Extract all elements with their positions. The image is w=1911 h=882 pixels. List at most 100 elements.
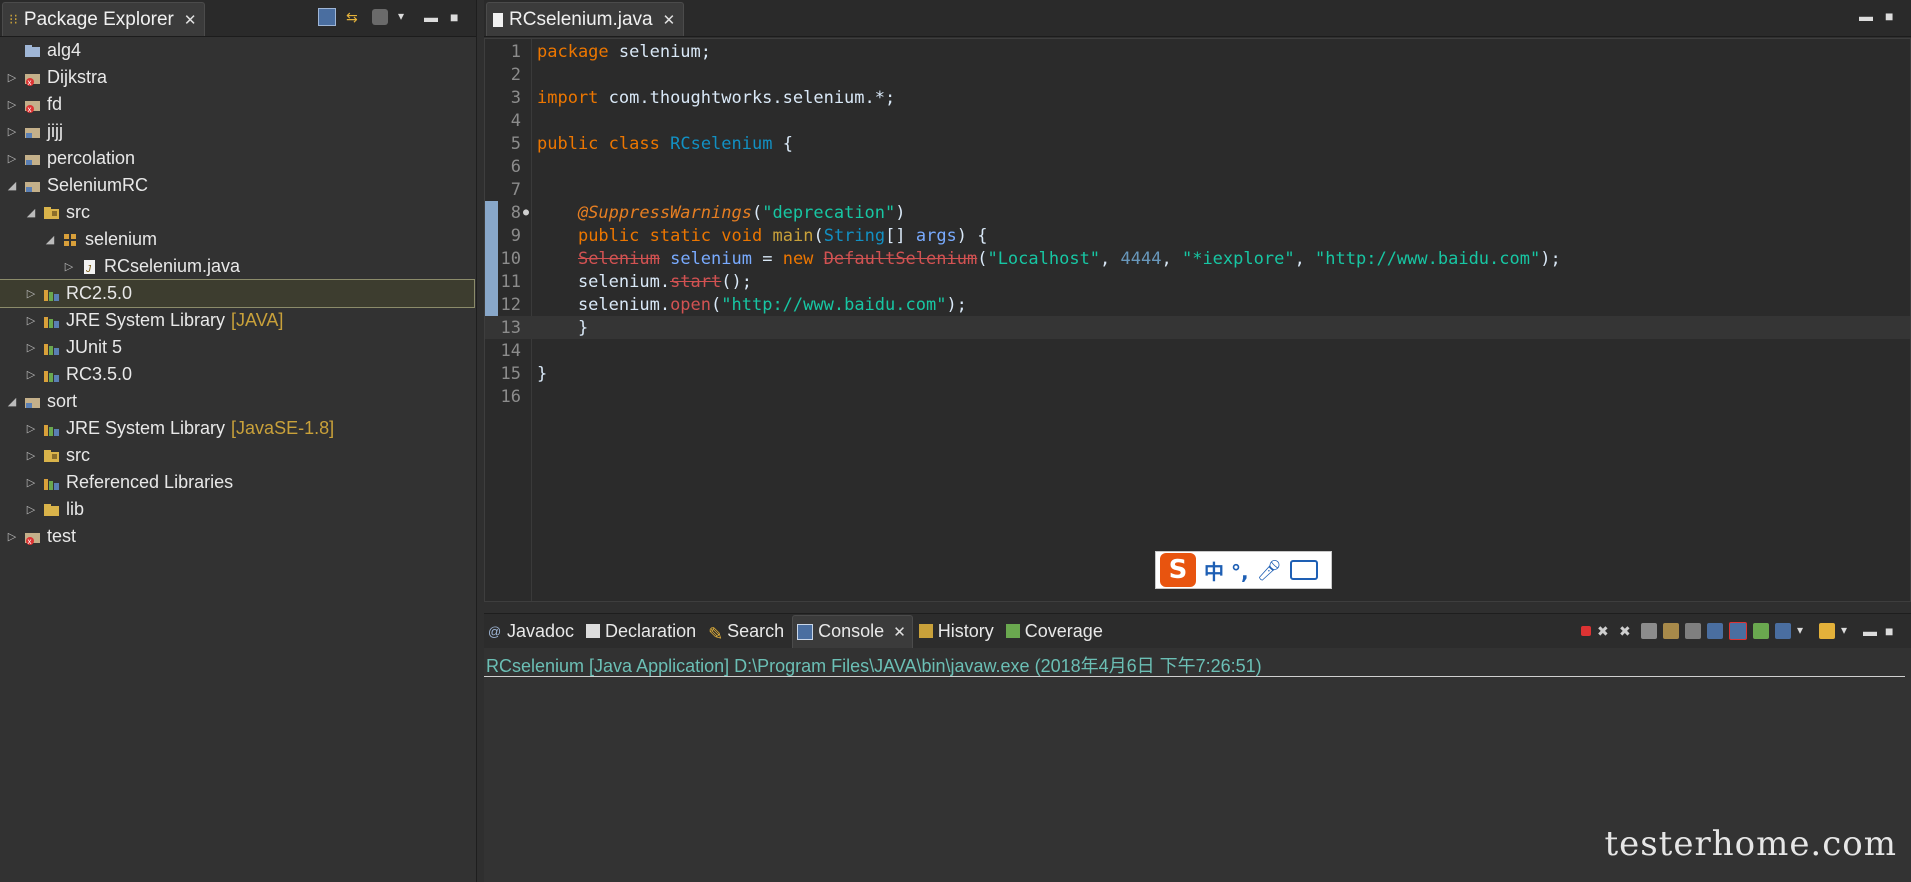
tab-history[interactable]: History — [915, 615, 1000, 647]
scroll-lock-icon[interactable] — [1663, 623, 1679, 639]
tree-item-jre-system-library[interactable]: ▷ JRE System Library [JAVA] — [0, 307, 476, 334]
tree-item-label: percolation — [47, 148, 136, 168]
link-with-editor-icon[interactable]: ⇆ — [346, 9, 362, 25]
minimize-icon[interactable]: ▬ — [1859, 8, 1875, 24]
expand-icon[interactable]: ▷ — [25, 368, 37, 381]
show-stdout-icon[interactable] — [1707, 623, 1723, 639]
tree-item-package-selenium[interactable]: ◢ selenium — [0, 226, 476, 253]
expand-icon[interactable]: ▷ — [6, 152, 18, 165]
expand-icon[interactable]: ▷ — [25, 287, 37, 300]
tab-javadoc[interactable]: @ Javadoc — [484, 615, 580, 647]
code-line-9: 9 public static void main(String[] args)… — [510, 225, 988, 246]
remove-launch-icon[interactable]: ✖ — [1597, 623, 1613, 639]
tree-item-test[interactable]: ▷ x test — [0, 523, 476, 550]
collapse-icon[interactable]: ◢ — [6, 395, 18, 408]
tree-item-jre-system-library-se18[interactable]: ▷ JRE System Library [JavaSE-1.8] — [0, 415, 476, 442]
code-line-13: 13 } — [485, 316, 1910, 339]
tree-item-rc250[interactable]: ▷ RC2.5.0 — [0, 279, 475, 308]
tree-item-rc350[interactable]: ▷ RC3.5.0 — [0, 361, 476, 388]
word-wrap-icon[interactable] — [1685, 623, 1701, 639]
code-line-15: 15} — [500, 363, 548, 384]
watermark-text: testerhome.com — [1604, 824, 1897, 864]
remove-all-terminated-icon[interactable]: ✖ — [1619, 623, 1635, 639]
ime-toolbar[interactable]: S 中 °, 🎤︎ — [1155, 551, 1332, 589]
tree-item-sort[interactable]: ◢ sort — [0, 388, 476, 415]
expand-icon[interactable]: ▷ — [6, 530, 18, 543]
expand-icon[interactable]: ▷ — [25, 476, 37, 489]
view-menu-icon[interactable]: ▾ — [398, 9, 414, 25]
tree-item-src[interactable]: ◢ src — [0, 199, 476, 226]
ime-logo-icon[interactable]: S — [1160, 553, 1196, 587]
close-icon[interactable]: ✕ — [663, 11, 676, 29]
fold-marker-icon[interactable]: ● — [521, 207, 531, 218]
maximize-icon[interactable]: ■ — [1885, 623, 1901, 639]
tab-console[interactable]: Console ✕ — [792, 614, 913, 648]
maximize-icon[interactable]: ■ — [450, 9, 466, 25]
focus-icon[interactable] — [372, 9, 388, 25]
display-console-icon[interactable] — [1775, 623, 1791, 639]
tree-item-dijkstra[interactable]: ▷ x Dijkstra — [0, 64, 476, 91]
chevron-down-icon[interactable]: ▾ — [1797, 623, 1813, 639]
svg-text:x: x — [28, 537, 32, 545]
tree-item-label: fd — [47, 94, 63, 114]
tree-item-alg4[interactable]: alg4 — [0, 37, 476, 64]
code-text-area[interactable]: 1 package selenium; 2 3 import com.thought… — [484, 38, 1911, 602]
tab-declaration[interactable]: Declaration — [582, 615, 702, 647]
tree-item-label: Dijkstra — [47, 67, 108, 87]
ime-mode-label[interactable]: 中 °, — [1204, 556, 1249, 585]
code-line-7: 7 — [510, 179, 521, 200]
microphone-icon[interactable]: 🎤︎ — [1257, 558, 1282, 583]
java-file-icon — [493, 12, 503, 27]
expand-icon[interactable]: ▷ — [63, 260, 75, 273]
svg-text:x: x — [28, 78, 32, 86]
code-line-12: 12 selenium.open("http://www.baidu.com")… — [500, 294, 967, 315]
editor-toolbar: ▬ ■ — [1859, 8, 1901, 24]
collapse-icon[interactable]: ◢ — [25, 206, 37, 219]
keyboard-icon[interactable] — [1289, 560, 1318, 580]
clear-console-icon[interactable] — [1641, 623, 1657, 639]
tree-item-jijj[interactable]: ▷ jijj — [0, 118, 476, 145]
expand-icon[interactable]: ▷ — [25, 341, 37, 354]
tree-item-seleniumrc[interactable]: ◢ SeleniumRC — [0, 172, 476, 199]
tree-item-sort-src[interactable]: ▷ src — [0, 442, 476, 469]
pin-console-icon[interactable] — [1753, 623, 1769, 639]
expand-icon[interactable]: ▷ — [25, 503, 37, 516]
bottom-tabbar: @ Javadoc Declaration ✎ Search Console ✕… — [484, 614, 1911, 648]
collapse-all-icon[interactable] — [318, 8, 336, 26]
collapse-icon[interactable]: ◢ — [44, 233, 56, 246]
tree-item-percolation[interactable]: ▷ percolation — [0, 145, 476, 172]
tree-item-rcselenium-java[interactable]: ▷ J RCselenium.java — [0, 253, 476, 280]
minimize-icon[interactable]: ▬ — [1863, 623, 1879, 639]
tree-item-referenced-libraries[interactable]: ▷ Referenced Libraries — [0, 469, 476, 496]
minimize-icon[interactable]: ▬ — [424, 9, 440, 25]
terminate-icon[interactable] — [1581, 626, 1591, 636]
tab-coverage[interactable]: Coverage — [1002, 615, 1109, 647]
collapse-icon[interactable]: ◢ — [6, 179, 18, 192]
open-console-icon[interactable] — [1819, 623, 1835, 639]
close-icon[interactable]: ✕ — [184, 11, 197, 29]
tree-item-label: test — [47, 526, 77, 546]
tree-item-lib[interactable]: ▷ lib — [0, 496, 476, 523]
source-folder-icon — [43, 205, 61, 221]
chevron-down-icon[interactable]: ▾ — [1841, 623, 1857, 639]
package-explorer-icon: ⁝⁝ — [9, 11, 18, 27]
expand-icon[interactable]: ▷ — [25, 449, 37, 462]
tree-item-label: sort — [47, 391, 78, 411]
tab-package-explorer[interactable]: ⁝⁝ Package Explorer ✕ — [2, 2, 206, 36]
expand-icon[interactable]: ▷ — [6, 125, 18, 138]
code-line-1: 1 package selenium; — [510, 41, 712, 62]
show-stderr-icon[interactable] — [1729, 622, 1747, 640]
tree-item-fd[interactable]: ▷ x fd — [0, 91, 476, 118]
tree-item-junit5[interactable]: ▷ JUnit 5 — [0, 334, 476, 361]
svg-text:J: J — [85, 264, 92, 275]
tab-search[interactable]: ✎ Search — [704, 615, 790, 647]
close-icon[interactable]: ✕ — [893, 623, 906, 641]
expand-icon[interactable]: ▷ — [25, 314, 37, 327]
code-line-11: 11 selenium.start(); — [500, 271, 752, 292]
tree-item-label: RC3.5.0 — [66, 364, 133, 384]
expand-icon[interactable]: ▷ — [25, 422, 37, 435]
maximize-icon[interactable]: ■ — [1885, 8, 1901, 24]
expand-icon[interactable]: ▷ — [6, 98, 18, 111]
tab-rcselenium-java[interactable]: RCselenium.java ✕ — [486, 2, 685, 36]
expand-icon[interactable]: ▷ — [6, 71, 18, 84]
